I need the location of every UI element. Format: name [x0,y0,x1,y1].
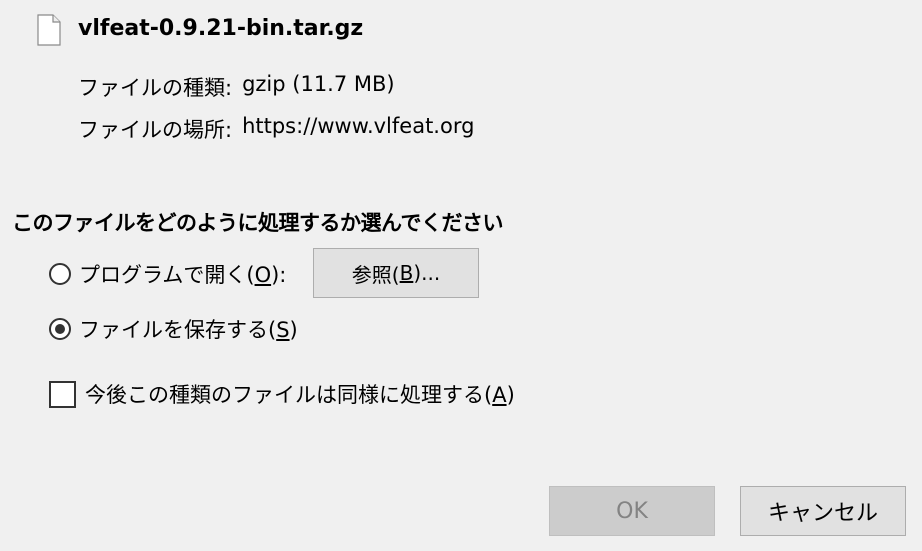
file-type-label: ファイルの種類: [78,76,233,100]
save-file-option[interactable]: ファイルを保存する(S) [49,314,298,344]
open-with-label[interactable]: プログラムで開く(O): [79,259,286,289]
file-name: vlfeat-0.9.21-bin.tar.gz [78,16,364,41]
open-with-option[interactable]: プログラムで開く(O): [49,259,286,289]
browse-button[interactable]: 参照(B)... [313,248,479,298]
ok-button[interactable]: OK [549,486,715,536]
remember-choice-checkbox[interactable] [49,380,76,408]
file-type-row: ファイルの種類: gzip (11.7 MB) [78,72,395,102]
remember-choice-option[interactable]: 今後この種類のファイルは同様に処理する(A) [49,379,515,409]
cancel-button[interactable]: キャンセル [740,486,906,536]
action-question: このファイルをどのように処理するか選んでください [12,211,503,235]
file-icon [37,14,61,46]
file-source-value: https://www.vlfeat.org [242,114,475,138]
open-with-radio[interactable] [49,263,71,285]
save-file-radio[interactable] [49,318,71,340]
file-source-row: ファイルの場所: https://www.vlfeat.org [78,114,474,144]
save-file-label[interactable]: ファイルを保存する(S) [79,314,298,344]
file-source-label: ファイルの場所: [78,118,233,142]
remember-choice-label[interactable]: 今後この種類のファイルは同様に処理する(A) [85,379,515,409]
file-type-value: gzip (11.7 MB) [242,72,395,96]
